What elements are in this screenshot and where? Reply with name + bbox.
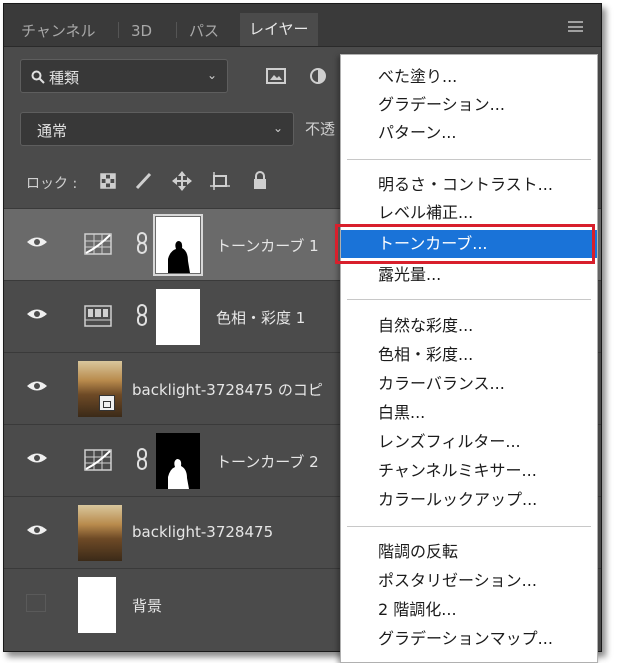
layer-name: 色相・彩度 1 [216,309,306,327]
menu-item-vibrance[interactable]: 自然な彩度... [341,312,597,340]
lock-label: ロック : [26,176,78,192]
menu-item-channel-mixer[interactable]: チャンネルミキサー... [341,457,597,485]
chevron-down-icon: ⌄ [272,121,283,135]
layer-name: トーンカーブ 2 [216,453,319,471]
menu-item-brightness-contrast[interactable]: 明るさ・コントラスト... [341,171,597,199]
new-adjustment-layer-menu: べた塗り... グラデーション... パターン... 明るさ・コントラスト...… [340,54,598,663]
menu-item-invert[interactable]: 階調の反転 [341,538,597,566]
menu-item-levels[interactable]: レベル補正... [341,199,597,227]
opacity-label: 不透 [305,120,336,138]
tab-layers[interactable]: レイヤー [240,13,318,46]
menu-item-exposure[interactable]: 露光量... [341,261,597,289]
lock-image-pixels-icon[interactable] [134,172,152,190]
visibility-toggle-off[interactable] [26,594,46,612]
visibility-eye-icon[interactable] [26,523,48,537]
curves-adjustment-icon [84,233,112,255]
adjustment-filter-icon[interactable] [309,67,327,85]
highlight-callout-box [335,224,595,264]
mask-link-icon[interactable] [135,231,149,255]
menu-item-gradient-map[interactable]: グラデーションマップ... [341,625,597,653]
visibility-eye-icon[interactable] [26,451,48,465]
curves-adjustment-icon [84,449,112,471]
mask-link-icon[interactable] [135,303,149,327]
layer-mask-thumbnail[interactable] [153,214,203,276]
menu-item-pattern[interactable]: パターン... [341,119,597,147]
menu-item-gradient[interactable]: グラデーション... [341,91,597,119]
blend-mode-select[interactable]: 通常 ⌄ [20,112,294,146]
lock-all-icon[interactable] [252,171,268,190]
filter-kind-select[interactable]: 種類 ⌄ [20,59,228,93]
lock-transparent-pixels-icon[interactable] [100,173,116,189]
image-filter-icon[interactable] [266,68,286,84]
blend-mode-value: 通常 [37,122,68,140]
search-icon [31,70,45,84]
menu-item-solid-color[interactable]: べた塗り... [341,63,597,91]
layer-thumbnail [78,505,122,561]
tab-paths[interactable]: パス [180,17,228,45]
tab-channels[interactable]: チャンネル [12,17,105,45]
menu-item-color-lookup[interactable]: カラールックアップ... [341,486,597,514]
visibility-eye-icon[interactable] [26,379,48,393]
lock-artboard-icon[interactable] [210,172,230,190]
filter-label: 種類 [49,69,80,87]
menu-item-color-balance[interactable]: カラーバランス... [341,370,597,398]
layer-mask-thumbnail[interactable] [156,433,200,489]
menu-item-posterize[interactable]: ポスタリゼーション... [341,567,597,595]
smart-object-icon [99,395,115,411]
lock-position-icon[interactable] [172,171,192,191]
tab-3d[interactable]: 3D [122,17,161,45]
menu-item-black-white[interactable]: 白黒... [341,399,597,427]
chevron-down-icon: ⌄ [206,68,217,82]
visibility-eye-icon[interactable] [26,235,48,249]
layer-name: backlight-3728475 [132,523,274,541]
layer-thumbnail [78,577,116,633]
menu-separator [347,299,591,300]
panel-tab-bar: チャンネル 3D パス レイヤー [4,4,601,47]
visibility-eye-icon[interactable] [26,307,48,321]
menu-item-hue-saturation[interactable]: 色相・彩度... [341,341,597,369]
mask-link-icon[interactable] [135,447,149,471]
hue-saturation-adjustment-icon [84,305,112,327]
menu-item-photo-filter[interactable]: レンズフィルター... [341,428,597,456]
menu-separator [347,526,591,527]
layer-name: 背景 [132,597,163,615]
menu-item-threshold[interactable]: 2 階調化... [341,596,597,624]
layer-name: トーンカーブ 1 [216,237,319,255]
menu-separator [347,159,591,160]
layer-name: backlight-3728475 のコピ [132,381,323,399]
panel-menu-icon[interactable] [568,21,583,32]
layer-mask-thumbnail[interactable] [156,289,200,345]
